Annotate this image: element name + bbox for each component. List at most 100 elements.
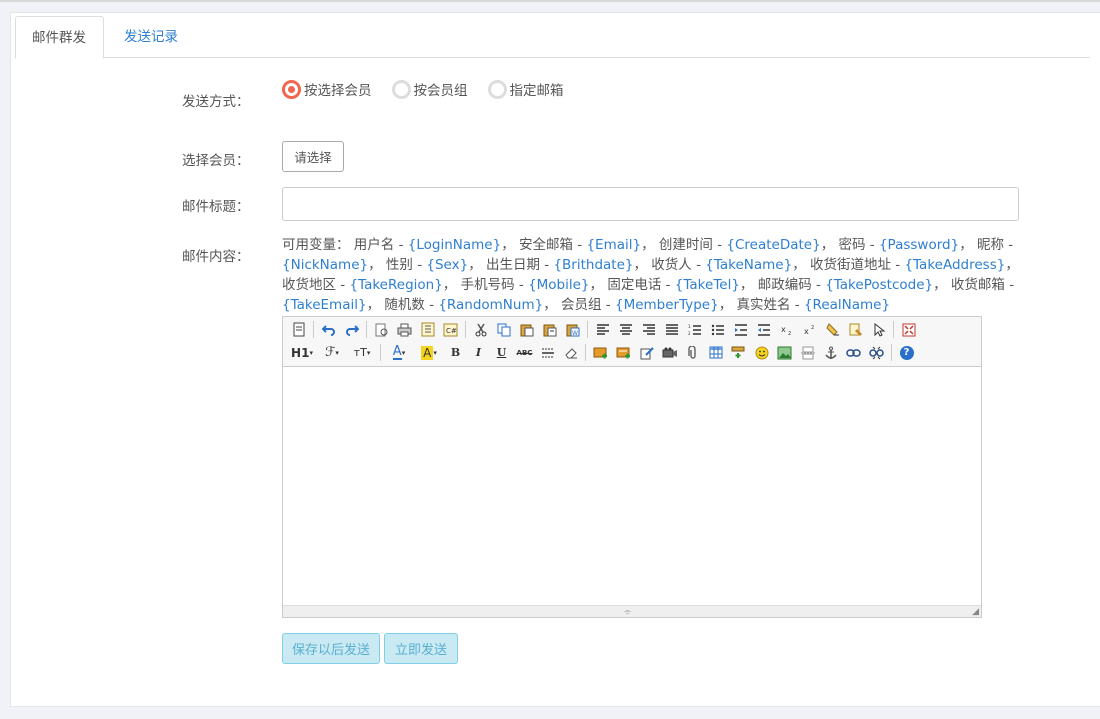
select-all-icon[interactable] bbox=[867, 319, 890, 340]
tab-send-records[interactable]: 发送记录 bbox=[108, 16, 194, 59]
eraser-icon[interactable] bbox=[559, 342, 582, 363]
variable-code[interactable]: {TakeTel} bbox=[675, 277, 740, 293]
save-later-button[interactable]: 保存以后发送 bbox=[282, 633, 380, 664]
align-justify-icon[interactable] bbox=[660, 319, 683, 340]
variable-code[interactable]: {CreateDate} bbox=[726, 237, 820, 253]
italic-icon[interactable]: I bbox=[467, 342, 490, 363]
heading-dropdown[interactable]: H1 ▾ bbox=[287, 342, 317, 363]
radio-unchecked-icon[interactable] bbox=[391, 79, 411, 99]
align-right-icon[interactable] bbox=[637, 319, 660, 340]
radio-by-group[interactable]: 按会员组 bbox=[391, 79, 468, 99]
tab-mass-mail[interactable]: 邮件群发 bbox=[15, 16, 104, 59]
editor-toolbar: C# W 1 2 x 2 x 2 H1 ▾ ℱ ▾ тT ▾ A ▾ A ▾ B… bbox=[283, 317, 981, 367]
underline-icon[interactable]: U bbox=[490, 342, 513, 363]
insert-video-icon[interactable] bbox=[658, 342, 681, 363]
radio-unchecked-icon[interactable] bbox=[487, 79, 507, 99]
variable-item: 随机数 - {RandomNum}， bbox=[384, 297, 562, 313]
font-size-dropdown[interactable]: тT ▾ bbox=[347, 342, 377, 363]
source-icon[interactable] bbox=[287, 319, 310, 340]
content-label: 邮件内容： bbox=[182, 249, 250, 265]
link-icon[interactable] bbox=[842, 342, 865, 363]
ordered-list-icon[interactable]: 12 bbox=[683, 319, 706, 340]
variable-name: 手机号码 bbox=[460, 277, 515, 293]
format-painter-icon[interactable] bbox=[844, 319, 867, 340]
variable-code[interactable]: {MemberType} bbox=[615, 297, 719, 313]
hr-icon[interactable] bbox=[536, 342, 559, 363]
indent-icon[interactable] bbox=[729, 319, 752, 340]
variable-code[interactable]: {LoginName} bbox=[408, 237, 501, 253]
paste-text-icon[interactable] bbox=[538, 319, 561, 340]
radio-checked-icon[interactable] bbox=[282, 79, 301, 99]
send-method-label: 发送方式： bbox=[182, 94, 250, 110]
variable-item: 出生日期 - {Brithdate}， bbox=[485, 257, 652, 273]
image-gallery-icon[interactable] bbox=[773, 342, 796, 363]
variable-item: 收货街道地址 - {TakeAddress}， bbox=[809, 257, 1019, 273]
paste-icon[interactable] bbox=[515, 319, 538, 340]
outdent-icon[interactable] bbox=[752, 319, 775, 340]
preview-icon[interactable] bbox=[370, 319, 393, 340]
superscript-icon[interactable]: x2 bbox=[798, 319, 821, 340]
select-member-label: 选择会员： bbox=[182, 153, 250, 169]
variable-code[interactable]: {TakeRegion} bbox=[349, 277, 442, 293]
variable-code[interactable]: {RandomNum} bbox=[438, 297, 543, 313]
align-left-icon[interactable] bbox=[591, 319, 614, 340]
code-icon[interactable]: C# bbox=[439, 319, 462, 340]
select-member-button[interactable]: 请选择 bbox=[282, 141, 344, 172]
variable-code[interactable]: {RealName} bbox=[804, 297, 890, 313]
variable-item: 会员组 - {MemberType}， bbox=[561, 297, 737, 313]
variable-name: 创建时间 bbox=[658, 237, 713, 253]
variable-code[interactable]: {Password} bbox=[879, 237, 959, 253]
variable-code[interactable]: {TakeAddress} bbox=[904, 257, 1005, 273]
template-icon[interactable] bbox=[416, 319, 439, 340]
cut-icon[interactable] bbox=[469, 319, 492, 340]
svg-text:C#: C# bbox=[446, 327, 457, 335]
copy-icon[interactable] bbox=[492, 319, 515, 340]
variable-item: 性别 - {Sex}， bbox=[385, 257, 486, 273]
svg-text:2: 2 bbox=[688, 331, 691, 336]
insert-row-icon[interactable] bbox=[727, 342, 750, 363]
help-icon[interactable]: ? bbox=[895, 342, 918, 363]
attachment-icon[interactable] bbox=[681, 342, 704, 363]
anchor-icon[interactable] bbox=[819, 342, 842, 363]
unlink-icon[interactable] bbox=[865, 342, 888, 363]
undo-icon[interactable] bbox=[317, 319, 340, 340]
strikethrough-icon[interactable]: ABC bbox=[513, 342, 536, 363]
insert-image-icon[interactable] bbox=[589, 342, 612, 363]
bold-icon[interactable]: B bbox=[444, 342, 467, 363]
radio-by-email[interactable]: 指定邮箱 bbox=[487, 79, 564, 99]
font-family-dropdown[interactable]: ℱ ▾ bbox=[317, 342, 347, 363]
clear-format-icon[interactable] bbox=[821, 319, 844, 340]
emotion-icon[interactable] bbox=[750, 342, 773, 363]
variable-code[interactable]: {TakeName} bbox=[705, 257, 792, 273]
variable-code[interactable]: {NickName} bbox=[282, 257, 368, 273]
variable-code[interactable]: {TakeEmail} bbox=[282, 297, 367, 313]
redo-icon[interactable] bbox=[340, 319, 363, 340]
unordered-list-icon[interactable] bbox=[706, 319, 729, 340]
radio-by-member[interactable]: 按选择会员 bbox=[282, 79, 372, 99]
variable-code[interactable]: {TakePostcode} bbox=[825, 277, 933, 293]
align-center-icon[interactable] bbox=[614, 319, 637, 340]
send-now-button[interactable]: 立即发送 bbox=[384, 633, 458, 664]
subject-input[interactable] bbox=[282, 187, 1019, 221]
fullscreen-icon[interactable] bbox=[897, 319, 920, 340]
resize-grip-icon[interactable]: ⌯ bbox=[624, 608, 631, 617]
variable-code[interactable]: {Email} bbox=[586, 237, 641, 253]
editor-content-area[interactable] bbox=[283, 367, 981, 605]
variable-code[interactable]: {Mobile} bbox=[528, 277, 589, 293]
variable-code[interactable]: {Sex} bbox=[426, 257, 468, 273]
variable-code[interactable]: {Brithdate} bbox=[553, 257, 633, 273]
subscript-icon[interactable]: x2 bbox=[775, 319, 798, 340]
insert-multi-image-icon[interactable] bbox=[612, 342, 635, 363]
forecolor-dropdown[interactable]: A ▾ bbox=[384, 342, 414, 363]
scrawl-icon[interactable] bbox=[635, 342, 658, 363]
radio-by-email-label: 指定邮箱 bbox=[509, 83, 564, 99]
resize-handle-icon[interactable]: ◢ bbox=[972, 607, 979, 617]
variable-name: 收货邮箱 bbox=[950, 277, 1005, 293]
variable-name: 随机数 bbox=[384, 297, 425, 313]
variable-name: 出生日期 bbox=[485, 257, 540, 273]
page-break-icon[interactable] bbox=[796, 342, 819, 363]
backcolor-dropdown[interactable]: A ▾ bbox=[414, 342, 444, 363]
insert-table-icon[interactable] bbox=[704, 342, 727, 363]
print-icon[interactable] bbox=[393, 319, 416, 340]
paste-word-icon[interactable]: W bbox=[561, 319, 584, 340]
